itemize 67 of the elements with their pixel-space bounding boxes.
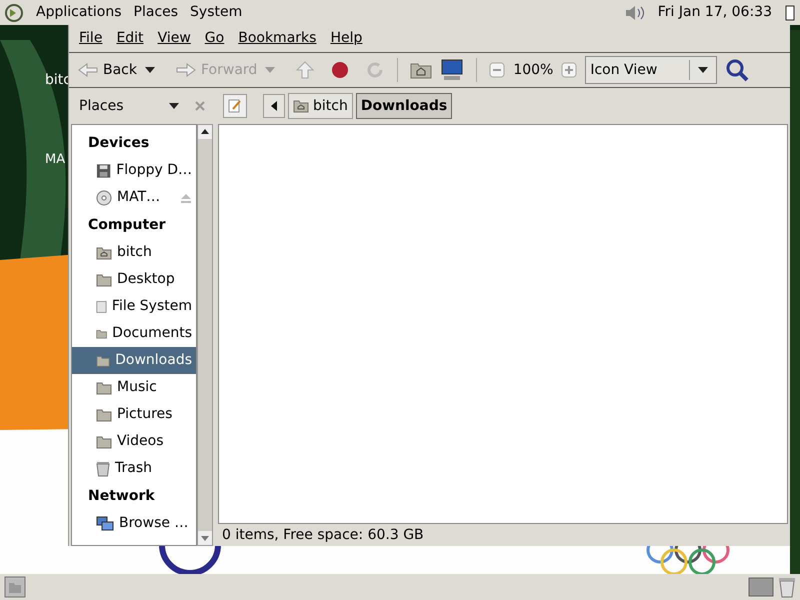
place-item[interactable]: Downloads <box>72 347 196 374</box>
place-item[interactable]: MAT… <box>72 184 196 211</box>
volume-icon[interactable] <box>624 4 646 22</box>
zoom-in-icon[interactable] <box>561 62 578 78</box>
path-button[interactable]: Downloads <box>356 93 452 119</box>
clock[interactable]: Fri Jan 17, 06:33 <box>658 2 772 23</box>
panel-menu[interactable]: System <box>190 2 242 23</box>
pencil-icon <box>228 99 242 113</box>
computer-icon[interactable] <box>440 59 464 81</box>
section-heading: Computer <box>87 216 167 235</box>
network-computers-icon <box>96 516 114 532</box>
workspace-icon[interactable] <box>748 577 774 597</box>
zoom-level: 100% <box>513 60 554 80</box>
window-list-icon[interactable] <box>784 4 796 20</box>
folder-icon <box>96 354 110 368</box>
path-back-button[interactable] <box>263 94 285 118</box>
trash-icon[interactable] <box>778 576 796 598</box>
place-item[interactable]: Music <box>72 374 196 401</box>
disc-icon <box>96 190 112 206</box>
search-icon[interactable] <box>725 58 750 82</box>
edit-location-button[interactable] <box>223 94 247 118</box>
panel-menu[interactable]: Places <box>134 2 178 23</box>
caret-icon[interactable] <box>145 67 155 73</box>
menu-item[interactable]: Bookmarks <box>238 28 316 49</box>
place-item[interactable]: bitch <box>72 239 196 266</box>
section-heading: Devices <box>87 134 150 153</box>
menu-item[interactable]: Go <box>204 28 224 49</box>
section-heading: Network <box>87 487 156 506</box>
place-item[interactable]: Videos <box>72 428 196 455</box>
desktop-icon-label[interactable]: MA <box>45 150 66 170</box>
place-item[interactable]: Floppy D… <box>72 157 196 184</box>
forward-arrow-icon <box>175 62 197 78</box>
home-folder-icon <box>96 246 112 260</box>
place-item[interactable]: Trash <box>72 455 196 482</box>
back-arrow-icon <box>77 62 99 78</box>
view-dropdown[interactable]: Icon View <box>585 56 718 84</box>
show-desktop-icon[interactable] <box>4 576 26 598</box>
menu-item[interactable]: Edit <box>116 28 144 49</box>
path-button[interactable]: bitch <box>288 93 353 119</box>
home-folder-icon <box>293 99 309 113</box>
place-item[interactable]: Browse … <box>72 510 196 537</box>
folder-icon <box>96 380 112 394</box>
back-button[interactable]: Back <box>77 60 137 80</box>
caret-icon[interactable] <box>169 103 179 109</box>
trash-icon <box>96 460 110 476</box>
drive-icon <box>96 298 107 314</box>
place-item[interactable]: Documents <box>72 320 196 347</box>
panel-menu[interactable]: Applications <box>36 2 122 23</box>
logo-icon <box>4 2 24 22</box>
status-text: 0 items, Free space: 60.3 GB <box>222 526 424 544</box>
menu-item[interactable]: Help <box>330 28 362 49</box>
zoom-out-icon[interactable] <box>489 62 506 78</box>
place-item[interactable]: Desktop <box>72 266 196 293</box>
place-item[interactable]: File System <box>72 293 196 320</box>
folder-icon <box>96 408 112 422</box>
menu-item[interactable]: View <box>158 28 191 49</box>
caret-icon <box>698 67 708 73</box>
home-folder-icon[interactable] <box>410 61 432 79</box>
stop-icon[interactable] <box>331 61 350 79</box>
scroll-down-icon[interactable] <box>198 531 212 545</box>
left-arrow-icon <box>271 101 277 111</box>
side-pane-title: Places <box>79 96 125 116</box>
folder-icon <box>96 434 112 448</box>
folder-icon <box>96 272 112 286</box>
menu-item[interactable]: File <box>79 28 102 49</box>
scroll-up-icon[interactable] <box>198 125 212 139</box>
place-item[interactable]: Pictures <box>72 401 196 428</box>
